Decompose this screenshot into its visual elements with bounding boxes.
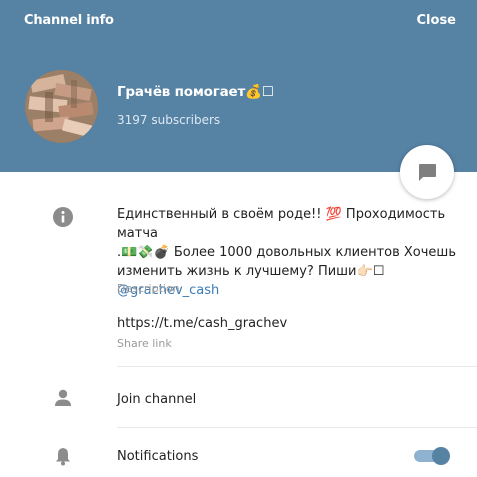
divider	[117, 366, 477, 367]
message-button[interactable]	[400, 145, 454, 199]
user-icon	[53, 388, 73, 412]
header-title: Channel info	[24, 13, 114, 28]
share-link-caption: Share link	[117, 337, 172, 350]
message-icon	[419, 164, 436, 181]
description-line: Единственный в своём роде!! 💯 Проходимос…	[117, 207, 446, 241]
description-caption: Description	[117, 282, 180, 295]
info-icon	[52, 206, 74, 232]
description-line: изменить жизнь к лучшему? Пиши👉🏻☐	[117, 264, 385, 279]
bell-icon	[53, 446, 73, 470]
close-button[interactable]: Close	[417, 13, 456, 28]
toggle-knob	[432, 447, 450, 465]
channel-name: Грачёв помогает💰☐	[117, 84, 274, 100]
channel-info-header: Channel info Close Грачёв помогает💰☐ 319…	[0, 0, 477, 172]
notifications-label: Notifications	[117, 449, 199, 464]
description-line: .💵💸💣 Более 1000 довольных клиентов Хочеш…	[117, 245, 456, 260]
join-channel-button[interactable]: Join channel	[117, 392, 196, 407]
share-link[interactable]: https://t.me/cash_grachev	[117, 316, 287, 331]
channel-avatar	[25, 70, 98, 143]
notifications-toggle[interactable]	[412, 446, 450, 466]
divider	[117, 427, 477, 428]
subscriber-count: 3197 subscribers	[117, 113, 221, 127]
